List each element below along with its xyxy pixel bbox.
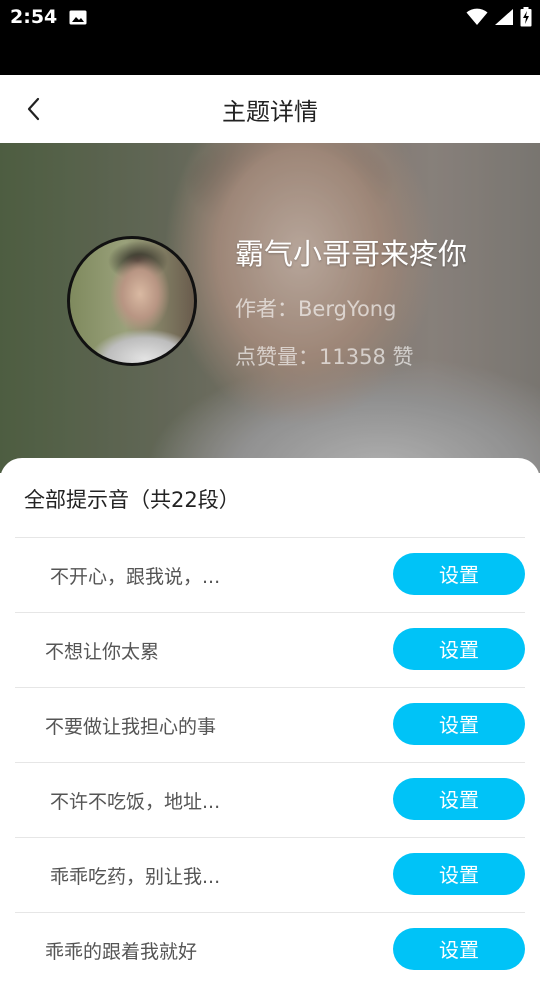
list-item[interactable]: 不想让你太累 设置 [15,612,525,687]
image-icon [69,10,87,25]
set-button[interactable]: 设置 [393,853,525,895]
sound-label: 不开心，跟我说，... [50,566,221,588]
list-item[interactable]: 乖乖的跟着我就好 设置 [15,912,525,987]
page-title: 主题详情 [222,98,318,126]
list-item[interactable]: 不许不吃饭，地址... 设置 [15,762,525,837]
status-time: 2:54 [10,6,58,28]
list-item[interactable]: 不要做让我担心的事 设置 [15,687,525,762]
theme-avatar [67,236,197,366]
set-button[interactable]: 设置 [393,703,525,745]
sound-label: 乖乖吃药，别让我... [50,866,221,888]
theme-banner: 霸气小哥哥来疼你 作者：BergYong 点赞量：11358 赞 [0,143,540,473]
sound-label: 不想让你太累 [45,641,160,663]
sound-list: 不开心，跟我说，... 设置 不想让你太累 设置 不要做让我担心的事 设置 不许… [15,537,525,987]
list-item[interactable]: 乖乖吃药，别让我... 设置 [15,837,525,912]
status-icons [466,7,532,31]
nav-bar: 主题详情 [0,75,540,143]
theme-author: 作者：BergYong [235,297,397,321]
signal-icon [494,8,514,30]
battery-charging-icon [520,7,532,31]
sound-label: 不要做让我担心的事 [45,716,217,738]
set-button[interactable]: 设置 [393,553,525,595]
set-button[interactable]: 设置 [393,628,525,670]
theme-likes: 点赞量：11358 赞 [235,345,414,369]
sound-list-header: 全部提示音（共22段） [24,488,240,512]
wifi-icon [466,8,488,30]
sound-list-panel: 全部提示音（共22段） 不开心，跟我说，... 设置 不想让你太累 设置 不要做… [0,458,540,970]
status-bar: 2:54 [0,0,540,75]
set-button[interactable]: 设置 [393,778,525,820]
theme-title: 霸气小哥哥来疼你 [235,237,468,271]
list-item[interactable]: 不开心，跟我说，... 设置 [15,537,525,612]
set-button[interactable]: 设置 [393,928,525,970]
sound-label: 不许不吃饭，地址... [50,791,221,813]
